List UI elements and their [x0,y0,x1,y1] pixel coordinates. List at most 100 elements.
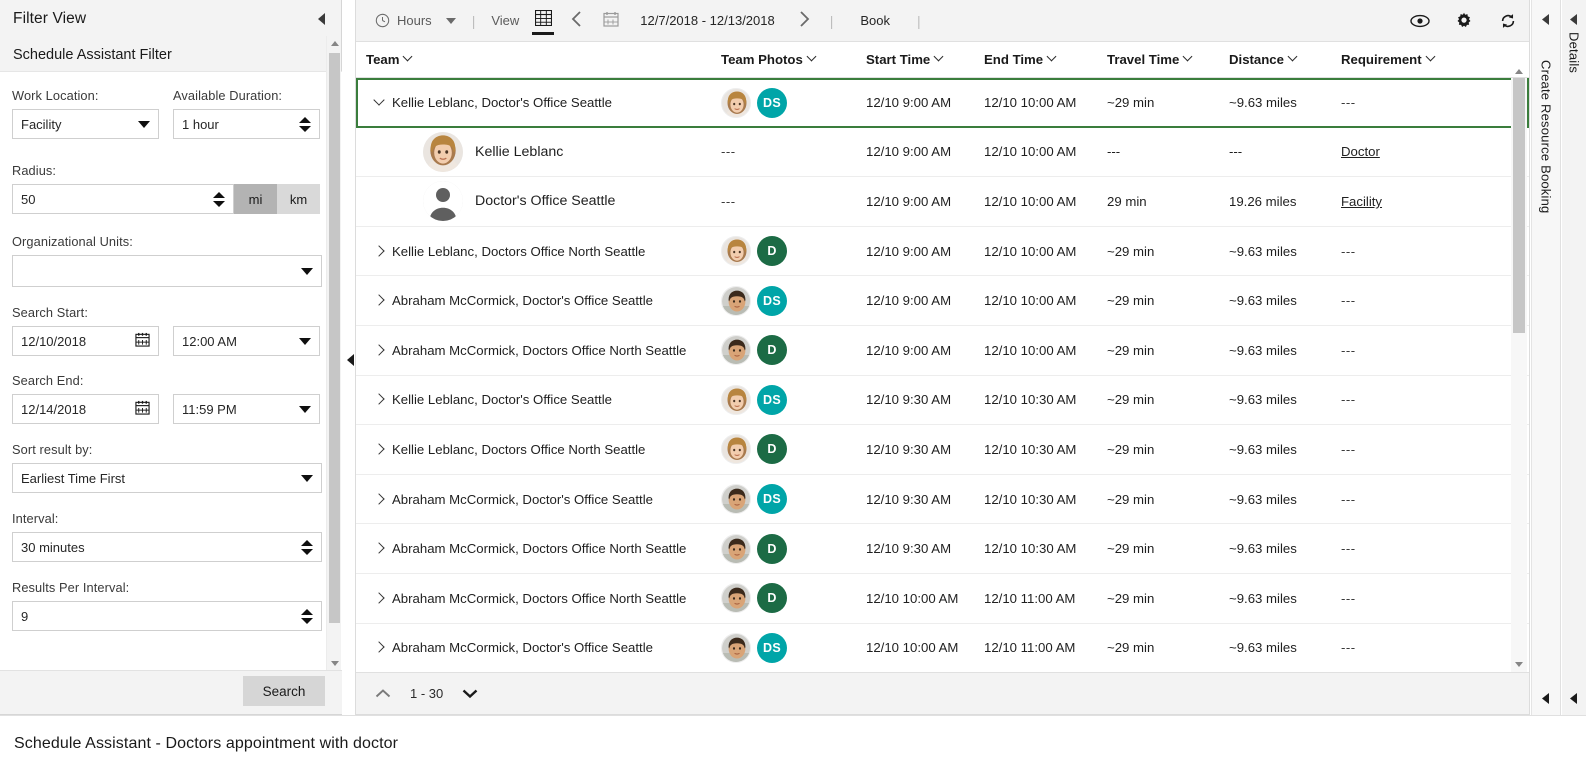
status-badge: D [757,335,787,366]
create-resource-booking-bottom-icon[interactable] [1539,691,1553,705]
search-start-date-value: 12/10/2018 [21,333,87,349]
column-header-team-photos[interactable]: Team Photos [721,52,866,67]
table-row[interactable]: Kellie Leblanc, Doctors Office North Sea… [356,425,1529,475]
requirement-value: --- [1341,293,1356,309]
table-row[interactable]: Abraham McCormick, Doctor's Office Seatt… [356,623,1529,672]
row-expander[interactable] [366,296,392,305]
create-resource-booking-label: Create Resource Booking [1538,60,1554,214]
available-duration-stepper[interactable]: 1 hour [173,109,320,139]
create-resource-booking-rail[interactable]: Create Resource Booking [1531,0,1561,715]
row-expander[interactable] [366,98,392,107]
row-expander[interactable] [366,495,392,504]
team-photos-value: --- [721,193,736,209]
gear-icon[interactable] [1453,10,1475,32]
table-row[interactable]: Abraham McCormick, Doctors Office North … [356,325,1529,376]
spinner-down-icon[interactable] [301,548,313,555]
duration-spinner-icon[interactable] [299,116,311,132]
view-label-item[interactable]: View [484,0,526,42]
row-expander[interactable] [366,445,392,454]
search-end-time-select[interactable]: 11:59 PM [173,394,320,424]
scrollbar-thumb[interactable] [1513,78,1525,333]
team-photos: D [721,583,787,614]
pager-next-icon[interactable] [459,683,481,705]
row-expander[interactable] [366,247,392,256]
column-header-start-time[interactable]: Start Time [866,52,984,67]
unit-mi-button[interactable]: mi [234,184,277,214]
table-row[interactable]: Abraham McCormick, Doctor's Office Seatt… [356,474,1529,525]
table-row[interactable]: Kellie Leblanc, Doctor's Office Seattle D… [356,375,1529,426]
radius-stepper[interactable]: 50 [12,184,234,214]
table-row[interactable]: Abraham McCormick, Doctors Office North … [356,524,1529,574]
scrollbar-down-icon[interactable] [327,656,342,671]
spinner-down-icon[interactable] [299,125,311,132]
table-row-child[interactable]: Doctor's Office Seattle --- 12/10 9:00 AM 1… [356,177,1529,227]
collapse-main-panel-icon[interactable] [346,352,356,368]
table-row[interactable]: Abraham McCormick, Doctor's Office Seatt… [356,276,1529,326]
results-spinner-icon[interactable] [301,608,313,624]
next-period-button[interactable] [787,0,821,42]
filter-panel-scrollbar[interactable] [326,36,341,671]
calendar-picker-button[interactable] [594,0,628,42]
column-header-requirement[interactable]: Requirement [1341,52,1481,67]
team-photos-value: --- [721,144,736,160]
spinner-down-icon[interactable] [301,617,313,624]
table-row[interactable]: Kellie Leblanc, Doctors Office North Sea… [356,226,1529,277]
grid-scrollbar[interactable] [1511,69,1527,672]
details-rail[interactable]: Details [1562,0,1586,715]
organizational-units-select[interactable] [12,255,322,287]
book-button[interactable]: Book [842,0,908,42]
refresh-icon[interactable] [1497,10,1519,32]
chevron-down-icon [375,98,384,107]
requirement-link[interactable]: Doctor [1341,144,1380,159]
previous-period-button[interactable] [560,0,594,42]
row-expander[interactable] [366,544,392,553]
search-start-label: Search Start: [12,305,88,320]
pager-previous-icon[interactable] [372,683,394,705]
results-per-interval-field: Results Per Interval: 9 [12,580,322,631]
grid-view-button[interactable] [526,0,560,42]
table-row[interactable]: Abraham McCormick, Doctors Office North … [356,573,1529,624]
results-per-interval-stepper[interactable]: 9 [12,601,322,631]
scrollbar-down-icon[interactable] [1511,657,1527,672]
row-expander[interactable] [366,395,392,404]
scrollbar-thumb[interactable] [329,53,340,623]
search-button[interactable]: Search [243,676,325,706]
date-range-label-item[interactable]: 12/7/2018 - 12/13/2018 [628,0,786,42]
column-header-distance[interactable]: Distance [1229,52,1341,67]
work-location-select[interactable]: Facility [12,109,159,139]
row-expander[interactable] [366,346,392,355]
calendar-icon[interactable] [135,400,150,418]
hours-dropdown[interactable]: Hours [368,0,463,42]
spinner-up-icon[interactable] [301,608,313,615]
table-row[interactable]: Kellie Leblanc, Doctor's Office Seattle D… [356,78,1529,128]
spinner-up-icon[interactable] [299,116,311,123]
sort-result-select[interactable]: Earliest Time First [12,463,322,493]
interval-spinner-icon[interactable] [301,539,313,555]
radius-spinner-icon[interactable] [213,191,225,207]
details-bottom-icon[interactable] [1567,691,1581,705]
spinner-up-icon[interactable] [301,539,313,546]
column-header-end-time[interactable]: End Time [984,52,1107,67]
search-start-time-select[interactable]: 12:00 AM [173,326,320,356]
scrollbar-up-icon[interactable] [327,36,342,51]
expand-details-icon[interactable] [1567,12,1581,26]
expand-create-resource-booking-icon[interactable] [1539,12,1553,26]
search-end-date-input[interactable]: 12/14/2018 [12,394,159,424]
row-expander[interactable] [366,643,392,652]
distance-cell: ~9.63 miles [1229,541,1297,557]
table-row-child[interactable]: Kellie Leblanc --- 12/10 9:00 AM 12/10 10:0… [356,127,1529,178]
collapse-filter-panel-icon[interactable] [315,11,329,27]
scrollbar-up-icon[interactable] [1511,64,1527,79]
spinner-down-icon[interactable] [213,200,225,207]
unit-km-button[interactable]: km [277,184,320,214]
requirement-link[interactable]: Facility [1341,194,1382,209]
eye-icon[interactable] [1409,10,1431,32]
calendar-icon[interactable] [135,332,150,350]
end-time-cell: 12/10 10:00 AM [984,144,1077,160]
column-header-travel-time[interactable]: Travel Time [1107,52,1229,67]
column-header-team[interactable]: Team [361,52,721,67]
spinner-up-icon[interactable] [213,191,225,198]
row-expander[interactable] [366,594,392,603]
interval-stepper[interactable]: 30 minutes [12,532,322,562]
search-start-date-input[interactable]: 12/10/2018 [12,326,159,356]
